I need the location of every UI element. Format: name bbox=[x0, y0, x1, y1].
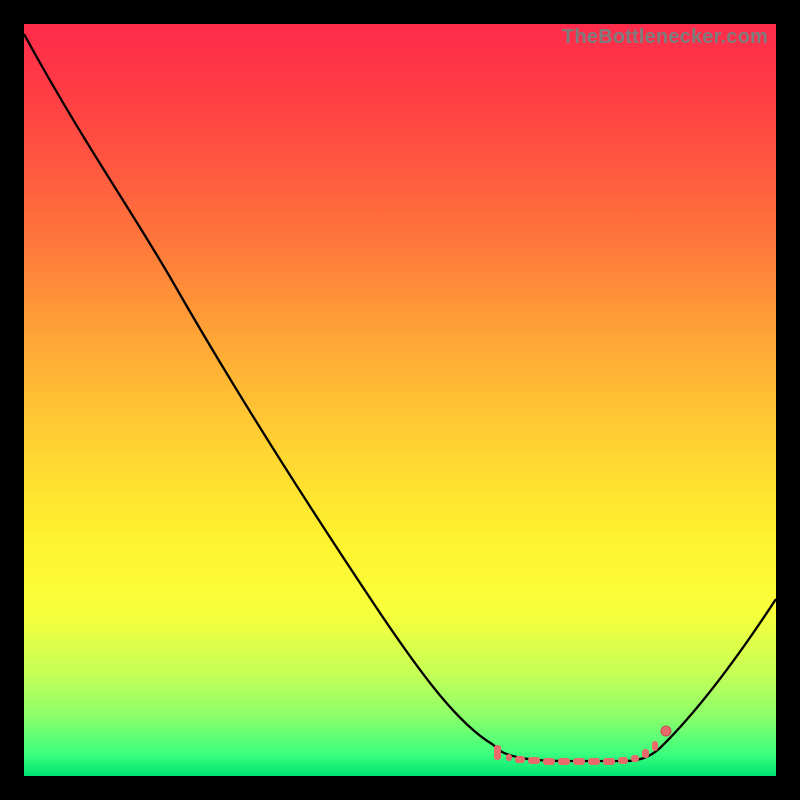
marker-seg bbox=[588, 758, 600, 765]
chart-overlay bbox=[24, 24, 776, 776]
marker-seg bbox=[631, 755, 639, 762]
marker-seg bbox=[603, 758, 615, 765]
marker-seg bbox=[506, 754, 512, 761]
marker-seg bbox=[543, 758, 555, 765]
marker-seg bbox=[558, 758, 570, 765]
marker-seg bbox=[573, 758, 585, 765]
plot-area: TheBottlenecker.com bbox=[24, 24, 776, 776]
marker-seg bbox=[618, 757, 628, 764]
marker-seg bbox=[642, 749, 649, 758]
marker-start bbox=[494, 745, 501, 760]
marker-seg bbox=[528, 757, 540, 764]
marker-seg bbox=[652, 741, 658, 751]
marker-end bbox=[661, 726, 671, 736]
marker-cluster bbox=[494, 726, 671, 765]
curve-line bbox=[24, 34, 776, 761]
chart-canvas: TheBottlenecker.com bbox=[0, 0, 800, 800]
marker-seg bbox=[515, 756, 525, 763]
